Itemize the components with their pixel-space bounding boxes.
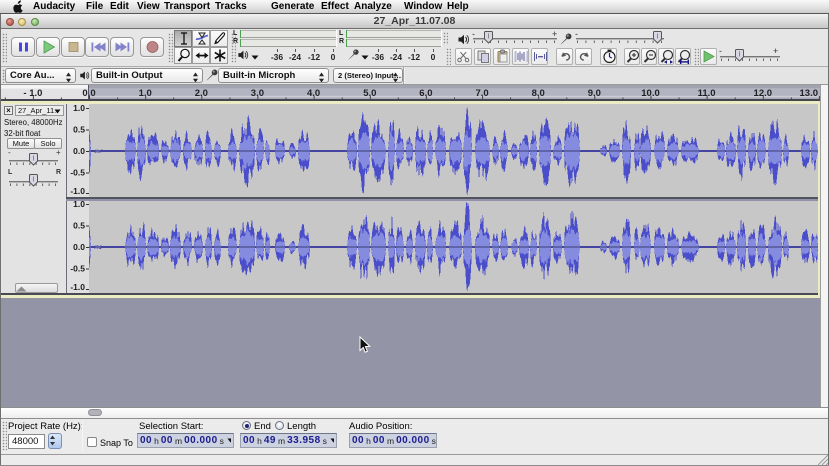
svg-text:6.0: 6.0 [419,88,432,99]
svg-text:11.0: 11.0 [698,88,716,99]
svg-text:0.5: 0.5 [73,221,85,231]
svg-text:1.0: 1.0 [73,104,85,113]
svg-text:12.0: 12.0 [754,88,773,99]
svg-text:2.0: 2.0 [195,88,208,99]
svg-text:0.0: 0.0 [73,242,85,252]
svg-text:7.0: 7.0 [475,88,488,99]
svg-text:3.0: 3.0 [251,88,264,99]
svg-text:8.0: 8.0 [532,88,545,99]
svg-text:9.0: 9.0 [588,88,601,99]
svg-text:0.5: 0.5 [73,125,85,135]
svg-text:-0.5: -0.5 [70,168,85,178]
svg-text:-1.0: -1.0 [70,282,85,292]
svg-text:- 1.0: - 1.0 [23,88,42,99]
svg-text:-0.5: -0.5 [70,264,85,274]
svg-text:13.0: 13.0 [800,88,819,99]
svg-text:1.0: 1.0 [139,88,152,99]
svg-text:4.0: 4.0 [307,88,320,99]
svg-text:10.0: 10.0 [641,88,660,99]
svg-text:-1.0: -1.0 [70,186,85,196]
svg-text:0.0: 0.0 [73,146,85,156]
svg-text:5.0: 5.0 [363,88,376,99]
